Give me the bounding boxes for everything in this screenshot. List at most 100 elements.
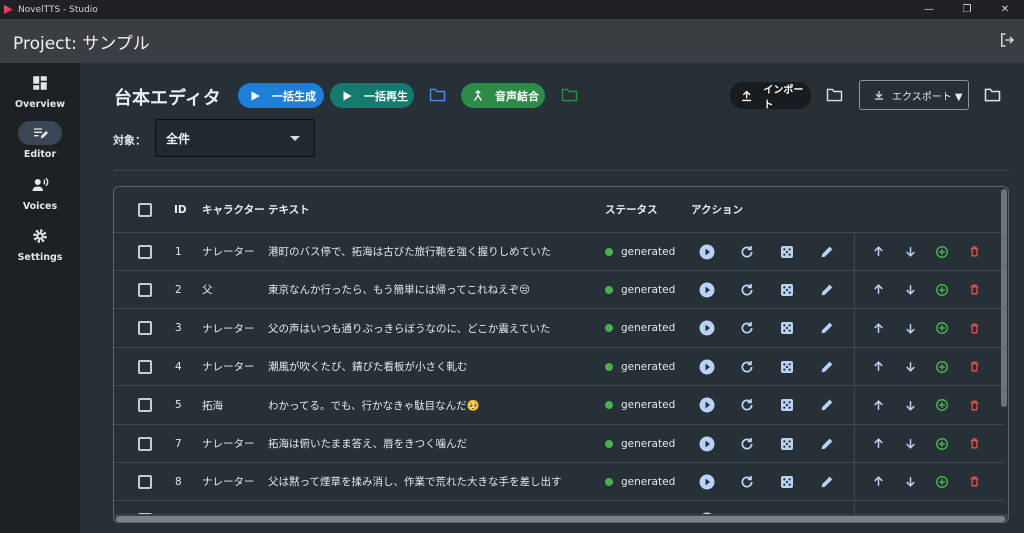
- play-row-button[interactable]: [695, 310, 719, 347]
- maximize-button[interactable]: ❐: [948, 0, 986, 19]
- row-checkbox[interactable]: [138, 398, 152, 413]
- move-up-button[interactable]: [866, 463, 890, 500]
- move-down-button[interactable]: [898, 463, 922, 500]
- add-row-button[interactable]: [930, 348, 954, 385]
- move-down-button[interactable]: [898, 233, 922, 270]
- sidebar-item-editor[interactable]: Editor: [0, 121, 80, 160]
- add-row-button[interactable]: [930, 233, 954, 270]
- arrow-up-icon: [872, 399, 885, 412]
- add-row-button[interactable]: [930, 271, 954, 308]
- row-checkbox[interactable]: [138, 474, 152, 489]
- merge-audio-button[interactable]: 音声結合: [461, 83, 545, 108]
- header-status: ステータス: [605, 204, 658, 216]
- regenerate-row-button[interactable]: [735, 271, 759, 308]
- window-titlebar: NovelTTS - Studio — ❐ ✕: [0, 0, 1024, 19]
- horizontal-scrollbar[interactable]: [116, 516, 1005, 522]
- merge-icon: [473, 89, 483, 101]
- row-text: 拓海は俯いたまま答え、唇をきつく噛んだ: [268, 438, 468, 450]
- move-down-button[interactable]: [898, 348, 922, 385]
- vertical-scrollbar[interactable]: [1001, 189, 1007, 407]
- delete-row-button[interactable]: [962, 271, 986, 308]
- delete-row-button[interactable]: [962, 310, 986, 347]
- move-up-button[interactable]: [866, 271, 890, 308]
- delete-row-button[interactable]: [962, 233, 986, 270]
- add-row-button[interactable]: [930, 310, 954, 347]
- edit-row-button[interactable]: [815, 387, 839, 424]
- target-select[interactable]: 全件: [155, 119, 315, 157]
- delete-row-button[interactable]: [962, 425, 986, 462]
- move-down-button[interactable]: [898, 425, 922, 462]
- sidebar: Overview Editor Voices Settings: [0, 63, 80, 533]
- row-checkbox[interactable]: [138, 359, 152, 374]
- move-up-button[interactable]: [866, 387, 890, 424]
- randomize-row-button[interactable]: [775, 348, 799, 385]
- move-up-button[interactable]: [866, 310, 890, 347]
- move-up-button[interactable]: [866, 425, 890, 462]
- arrow-down-icon: [904, 475, 917, 488]
- folder-icon[interactable]: [826, 88, 843, 102]
- edit-row-button[interactable]: [815, 310, 839, 347]
- folder-icon[interactable]: [561, 88, 578, 102]
- edit-note-icon: [34, 128, 48, 139]
- delete-row-button[interactable]: [962, 348, 986, 385]
- move-down-button[interactable]: [898, 271, 922, 308]
- row-character: ナレーター: [202, 438, 255, 450]
- randomize-row-button[interactable]: [775, 425, 799, 462]
- sidebar-item-voices[interactable]: Voices: [0, 173, 80, 212]
- move-down-button[interactable]: [898, 310, 922, 347]
- select-all-checkbox[interactable]: [138, 202, 152, 217]
- export-button[interactable]: エクスポート ▼: [859, 80, 969, 110]
- row-checkbox[interactable]: [138, 321, 152, 336]
- edit-row-button[interactable]: [815, 271, 839, 308]
- play-row-button[interactable]: [695, 233, 719, 270]
- edit-row-button[interactable]: [815, 233, 839, 270]
- header-id: ID: [174, 203, 187, 216]
- play-row-button[interactable]: [695, 348, 719, 385]
- regenerate-row-button[interactable]: [735, 348, 759, 385]
- generate-all-button[interactable]: 一括生成: [238, 83, 324, 108]
- move-down-button[interactable]: [898, 387, 922, 424]
- refresh-icon: [739, 244, 755, 260]
- logout-icon[interactable]: [998, 31, 1016, 49]
- add-row-button[interactable]: [930, 387, 954, 424]
- edit-row-button[interactable]: [815, 463, 839, 500]
- sidebar-item-overview[interactable]: Overview: [0, 71, 80, 110]
- page-title: 台本エディタ: [114, 88, 221, 109]
- sidebar-item-settings[interactable]: Settings: [0, 224, 80, 263]
- minimize-button[interactable]: —: [910, 0, 948, 19]
- randomize-row-button[interactable]: [775, 310, 799, 347]
- regenerate-row-button[interactable]: [735, 463, 759, 500]
- edit-row-button[interactable]: [815, 348, 839, 385]
- regenerate-row-button[interactable]: [735, 425, 759, 462]
- sidebar-item-label: Overview: [14, 99, 66, 110]
- delete-row-button[interactable]: [962, 463, 986, 500]
- close-button[interactable]: ✕: [986, 0, 1024, 19]
- regenerate-row-button[interactable]: [735, 233, 759, 270]
- add-row-button[interactable]: [930, 425, 954, 462]
- row-checkbox[interactable]: [138, 282, 152, 297]
- play-all-button[interactable]: 一括再生: [330, 83, 414, 108]
- randomize-row-button[interactable]: [775, 463, 799, 500]
- add-row-button[interactable]: [930, 463, 954, 500]
- play-row-button[interactable]: [695, 387, 719, 424]
- regenerate-row-button[interactable]: [735, 387, 759, 424]
- folder-icon[interactable]: [429, 88, 446, 102]
- move-up-button[interactable]: [866, 348, 890, 385]
- row-checkbox[interactable]: [138, 436, 152, 451]
- row-checkbox[interactable]: [138, 244, 152, 259]
- randomize-row-button[interactable]: [775, 271, 799, 308]
- chevron-down-icon: [290, 136, 300, 141]
- folder-icon[interactable]: [984, 88, 1001, 102]
- play-row-button[interactable]: [695, 425, 719, 462]
- regenerate-row-button[interactable]: [735, 310, 759, 347]
- move-up-button[interactable]: [866, 233, 890, 270]
- randomize-row-button[interactable]: [775, 233, 799, 270]
- voice-icon: [32, 177, 49, 191]
- edit-row-button[interactable]: [815, 425, 839, 462]
- delete-row-button[interactable]: [962, 387, 986, 424]
- play-row-button[interactable]: [695, 271, 719, 308]
- import-button[interactable]: インポート: [730, 82, 811, 111]
- play-row-button[interactable]: [695, 463, 719, 500]
- randomize-row-button[interactable]: [775, 387, 799, 424]
- table-row: 4 ナレーター 潮風が吹くたび、錆びた看板が小さく軋む generated: [114, 348, 1004, 387]
